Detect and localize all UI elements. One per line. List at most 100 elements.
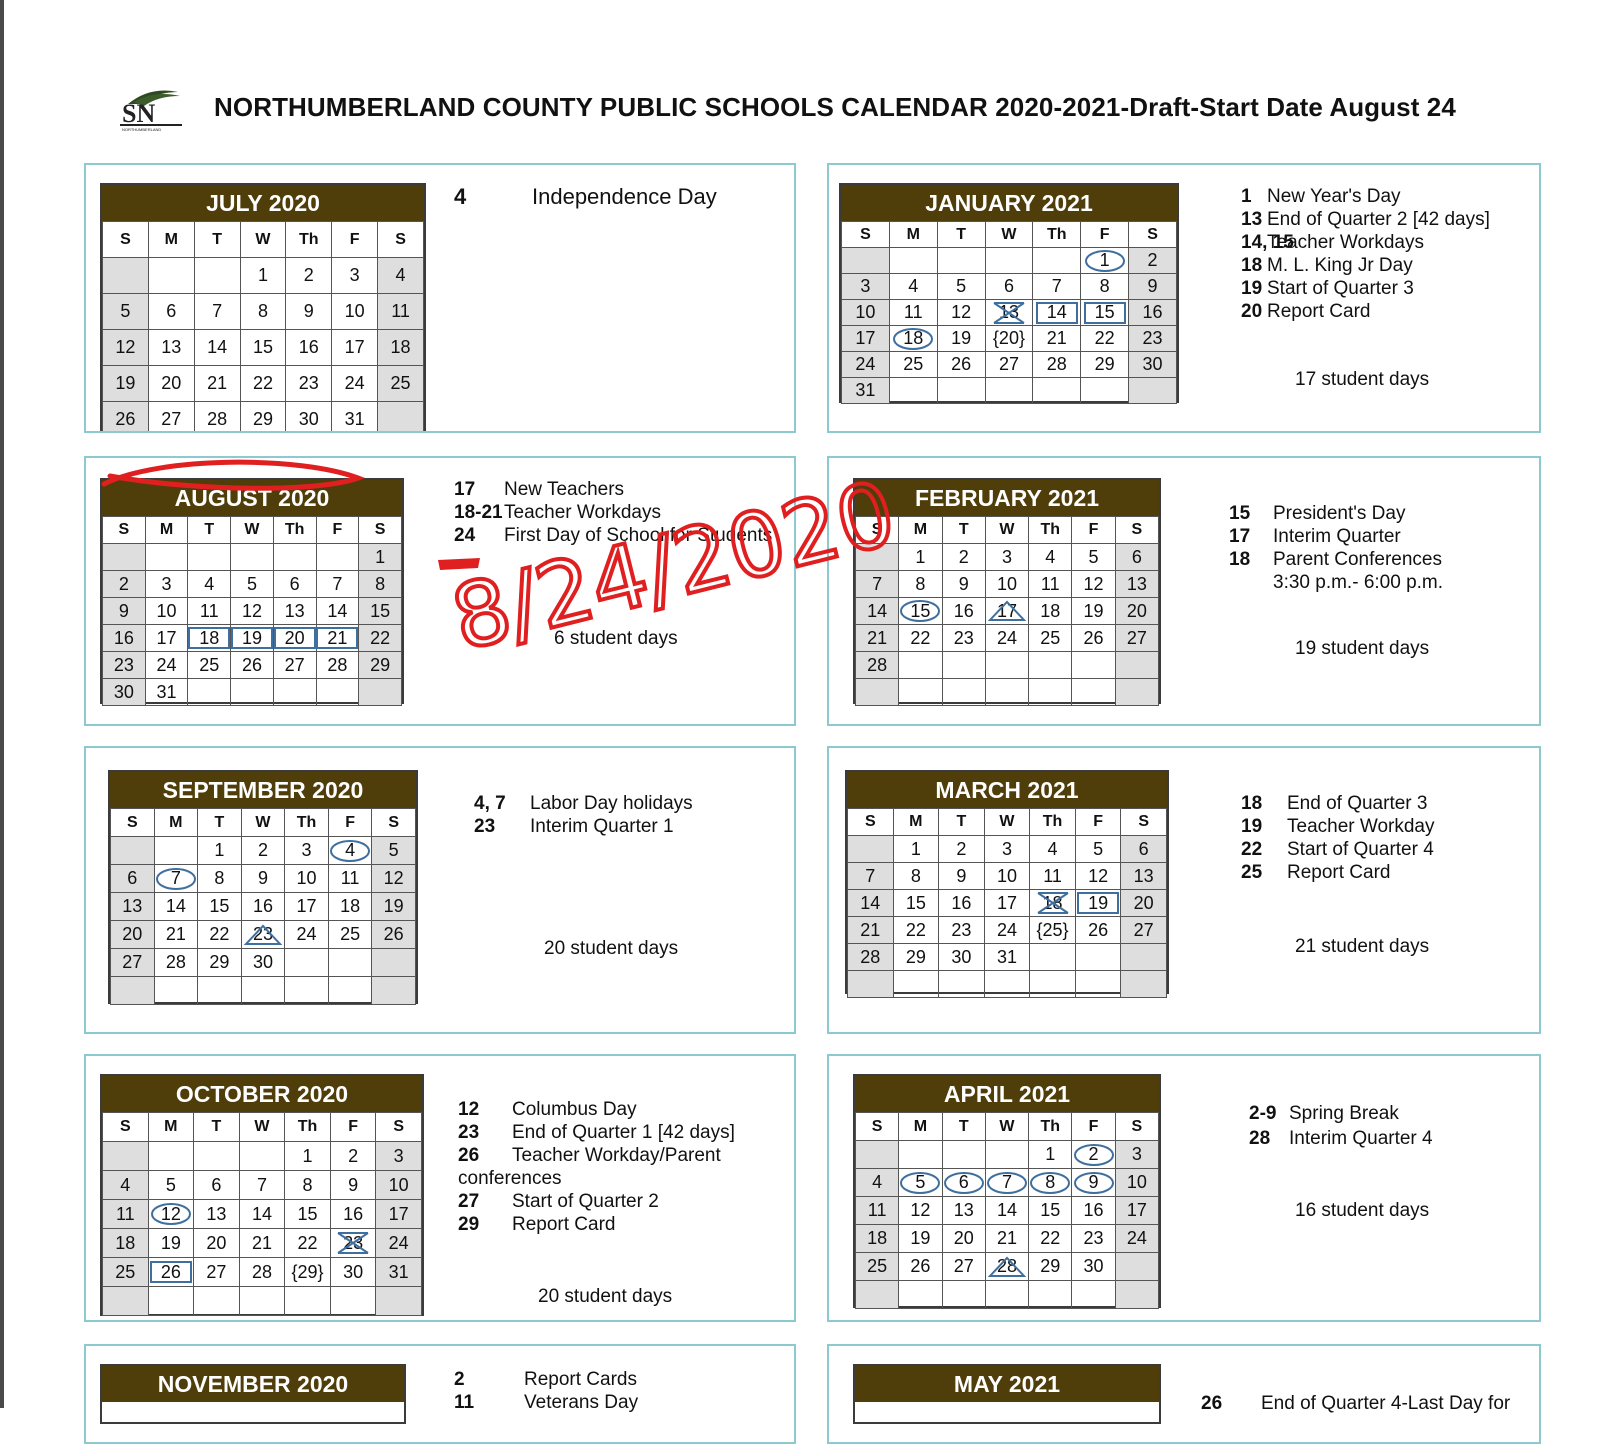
event-entry: 17 Interim Quarter (1229, 525, 1401, 548)
day-number: 27 (953, 1256, 974, 1276)
month-panel-jul: JULY 2020 S M T W Th F S 1 2 3 4 5 6 7 8 9 10 11 12 13 14 15 16… (84, 163, 796, 433)
month-panel-sep: SEPTEMBER 2020 S M T W Th F S 1 2 3 4 5 6 7 8 9 10 11 12 13 1… (84, 746, 796, 1034)
event-entry: 18 End of Quarter 3 (1241, 792, 1427, 815)
day-cell (888, 377, 938, 404)
day-cell (1028, 678, 1073, 706)
day-cell (193, 1141, 240, 1171)
day-number: 15 (252, 337, 273, 357)
day-cell: 27 (110, 948, 155, 977)
day-cell (898, 1140, 943, 1169)
day-cell: 14 (193, 329, 241, 366)
day-cell: 20 (147, 365, 195, 402)
day-cell: {29} (284, 1257, 331, 1287)
day-number: 12 (383, 868, 404, 888)
event-entry: 3:30 p.m.- 6:00 p.m. (1229, 571, 1443, 594)
day-cell (315, 678, 360, 706)
day-cell: 8 (197, 864, 242, 893)
day-number: 16 (951, 892, 972, 913)
day-cell: 10 (983, 862, 1031, 890)
day-number: 10 (156, 600, 177, 621)
month-calendar: MARCH 2021 S M T W Th F S 1 2 3 4 5 6 7 8 9 10 11 12 13 14 15 1… (845, 770, 1169, 998)
event-text: 3:30 p.m.- 6:00 p.m. (1273, 572, 1444, 593)
day-cell: 3 (284, 836, 329, 865)
day-number: 11 (1040, 573, 1060, 594)
day-number: 9 (1088, 1172, 1099, 1192)
event-entry: 14, 15Teacher Workdays (1241, 231, 1424, 254)
day-cell: 23 (1071, 1224, 1116, 1253)
day-cell: 27 (147, 401, 195, 431)
month-panel-oct: OCTOBER 2020 S M T W Th F S 1 2 3 4 5 6 7 8 9 10 11 12 13 14 1… (84, 1054, 796, 1322)
day-cell (984, 678, 1030, 706)
day-number: 18 (199, 627, 220, 648)
day-number: 18 (1042, 892, 1063, 913)
day-number: 23 (1083, 1228, 1104, 1248)
day-cell: 24 (331, 365, 379, 402)
day-number: 12 (241, 600, 262, 621)
day-number: 23 (298, 373, 319, 393)
event-text: Columbus Day (512, 1099, 637, 1120)
day-number: 24 (996, 627, 1017, 648)
event-entry: 20 Report Card (1241, 300, 1371, 323)
day-number: 14 (867, 600, 888, 621)
day-cell: 2 (240, 836, 286, 865)
day-number: 21 (867, 627, 888, 648)
day-cell: 12 (147, 1199, 195, 1229)
month-title: NOVEMBER 2020 (102, 1366, 404, 1402)
day-number: 22 (1094, 328, 1115, 348)
event-entry: 27 Start of Quarter 2 (458, 1190, 659, 1213)
day-cell: 12 (230, 597, 274, 625)
day-number: 14 (207, 337, 228, 357)
event-entry: 24 First Day of School for Students (454, 524, 772, 547)
day-number: 24 (1126, 1228, 1147, 1248)
day-number: 23 (343, 1232, 364, 1253)
day-cell (375, 1286, 422, 1316)
month-calendar: MAY 2021 (853, 1364, 1161, 1424)
weekday-header: Th (284, 808, 329, 837)
day-cell: 1 (197, 836, 242, 865)
day-number: 31 (388, 1261, 409, 1282)
day-cell: 10 (1114, 1168, 1160, 1197)
event-text: Report Card (1267, 301, 1371, 322)
day-cell: 18 (888, 325, 938, 352)
student-days: 20 student days (544, 938, 679, 959)
event-date: 4 (454, 184, 467, 209)
day-cell: 31 (331, 401, 379, 431)
day-cell: 28 (238, 1257, 286, 1287)
day-cell: 14 (854, 597, 900, 625)
day-number: 9 (257, 868, 268, 888)
day-cell: 14 (315, 597, 360, 625)
day-number: 8 (214, 868, 225, 888)
day-number: 25 (903, 354, 924, 374)
day-number: 30 (298, 409, 319, 429)
day-number: 1 (1099, 250, 1110, 270)
day-cell: 6 (941, 1168, 986, 1197)
weekday-header: F (315, 516, 360, 544)
day-number: 2 (958, 546, 969, 567)
day-cell (329, 1286, 377, 1316)
day-cell: 25 (327, 920, 373, 949)
day-number: 4 (204, 573, 215, 594)
day-cell: 2 (938, 835, 985, 863)
event-date: 17 (1229, 526, 1251, 547)
day-cell: 4 (187, 570, 232, 598)
day-number: 25 (390, 373, 411, 393)
day-cell (187, 543, 232, 571)
day-cell: 4 (102, 1170, 149, 1200)
event-text: Report Cards (524, 1369, 637, 1390)
day-number: 3 (301, 840, 312, 860)
day-number: 17 (344, 337, 365, 357)
day-cell (1029, 943, 1076, 971)
day-cell (983, 970, 1031, 998)
event-date: 14, 15 (1241, 232, 1294, 253)
month-panel-nov: NOVEMBER 2020 2 Report Cards 11 Veterans Day (84, 1344, 796, 1444)
day-cell: 25 (102, 1257, 149, 1287)
day-cell: 7 (847, 862, 894, 890)
day-cell: 29 (239, 401, 287, 431)
weekday-header: S (847, 808, 894, 836)
day-number: 30 (113, 681, 134, 702)
day-number: 21 (165, 924, 186, 944)
day-number: 26 (1088, 919, 1109, 940)
day-number: 8 (915, 573, 926, 594)
day-cell (327, 976, 373, 1005)
day-number: 16 (113, 627, 134, 648)
